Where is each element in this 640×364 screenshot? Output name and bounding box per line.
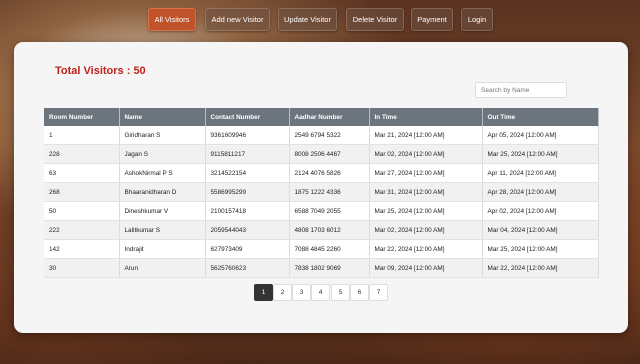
page-6-button[interactable]: 6 <box>350 284 369 301</box>
name-cell: Lalitkumar S <box>119 220 206 240</box>
aadhar-number-cell: 7838 1802 9069 <box>289 258 370 278</box>
contact-number-cell: 5625760623 <box>205 258 290 278</box>
header-contact-number: Contact Number <box>205 108 290 126</box>
room-number-cell: 268 <box>44 182 120 202</box>
nav-update-visitor-button[interactable]: Update Visitor <box>278 8 337 31</box>
table-row: 142 Indrajit 627973409 7088 4845 2260 Ma… <box>44 239 599 259</box>
aadhar-number-cell: 2549 6794 5322 <box>289 126 370 145</box>
top-navigation: All Visitors Add new Visitor Update Visi… <box>0 8 640 31</box>
table-row: 63 AshokNirmal P S 3214522154 2124 4076 … <box>44 163 599 183</box>
room-number-cell: 1 <box>44 126 120 145</box>
contact-number-cell: 3214522154 <box>205 163 290 183</box>
table-header-row: Room Number Name Contact Number Aadhar N… <box>44 108 599 126</box>
in-time-cell: Mar 21, 2024 [12:00 AM] <box>369 126 483 145</box>
nav-payment-button[interactable]: Payment <box>411 8 453 31</box>
in-time-cell: Mar 25, 2024 [12:00 AM] <box>369 201 483 221</box>
room-number-cell: 142 <box>44 239 120 259</box>
nav-login-button[interactable]: Login <box>461 8 493 31</box>
search-by-name-input[interactable] <box>475 82 567 98</box>
header-aadhar-number: Aadhar Number <box>289 108 370 126</box>
nav-add-visitor-button[interactable]: Add new Visitor <box>205 8 270 31</box>
name-cell: Dineshkumar V <box>119 201 206 221</box>
contact-number-cell: 2100157418 <box>205 201 290 221</box>
contact-number-cell: 5586995299 <box>205 182 290 202</box>
out-time-cell: Apr 28, 2024 [12:00 AM] <box>482 182 599 202</box>
contact-number-cell: 2059544043 <box>205 220 290 240</box>
page-4-button[interactable]: 4 <box>311 284 330 301</box>
contact-number-cell: 9361609946 <box>205 126 290 145</box>
total-visitors-label: Total Visitors : 50 <box>55 65 146 77</box>
aadhar-number-cell: 4808 1703 6012 <box>289 220 370 240</box>
out-time-cell: Mar 22, 2024 [12:00 AM] <box>482 258 599 278</box>
page-5-button[interactable]: 5 <box>331 284 350 301</box>
in-time-cell: Mar 02, 2024 [12:00 AM] <box>369 220 483 240</box>
header-out-time: Out Time <box>482 108 599 126</box>
contact-number-cell: 9115811217 <box>205 144 290 164</box>
visitors-card: Total Visitors : 50 Room Number Name Con… <box>14 42 628 333</box>
in-time-cell: Mar 02, 2024 [12:00 AM] <box>369 144 483 164</box>
in-time-cell: Mar 31, 2024 [12:00 AM] <box>369 182 483 202</box>
contact-number-cell: 627973409 <box>205 239 290 259</box>
room-number-cell: 222 <box>44 220 120 240</box>
nav-all-visitors-button[interactable]: All Visitors <box>148 8 196 31</box>
page-7-button[interactable]: 7 <box>369 284 388 301</box>
page-3-button[interactable]: 3 <box>292 284 311 301</box>
table-row: 268 Bhaaranidharan D 5586995299 1875 122… <box>44 182 599 202</box>
aadhar-number-cell: 8008 2506 4467 <box>289 144 370 164</box>
page-1-button[interactable]: 1 <box>254 284 273 301</box>
out-time-cell: Apr 02, 2024 [12:00 AM] <box>482 201 599 221</box>
table-row: 50 Dineshkumar V 2100157418 6588 7049 20… <box>44 201 599 221</box>
in-time-cell: Mar 22, 2024 [12:00 AM] <box>369 239 483 259</box>
aadhar-number-cell: 6588 7049 2055 <box>289 201 370 221</box>
out-time-cell: Apr 11, 2024 [12:00 AM] <box>482 163 599 183</box>
out-time-cell: Mar 25, 2024 [12:00 AM] <box>482 239 599 259</box>
name-cell: Bhaaranidharan D <box>119 182 206 202</box>
header-name: Name <box>119 108 206 126</box>
name-cell: Indrajit <box>119 239 206 259</box>
out-time-cell: Mar 04, 2024 [12:00 AM] <box>482 220 599 240</box>
aadhar-number-cell: 2124 4076 5826 <box>289 163 370 183</box>
header-in-time: In Time <box>369 108 483 126</box>
name-cell: AshokNirmal P S <box>119 163 206 183</box>
table-row: 30 Arun 5625760623 7838 1802 9069 Mar 09… <box>44 258 599 278</box>
nav-delete-visitor-button[interactable]: Delete Visitor <box>346 8 404 31</box>
name-cell: Giridharan S <box>119 126 206 145</box>
name-cell: Jagan S <box>119 144 206 164</box>
in-time-cell: Mar 09, 2024 [12:00 AM] <box>369 258 483 278</box>
aadhar-number-cell: 1875 1222 4336 <box>289 182 370 202</box>
page-2-button[interactable]: 2 <box>273 284 292 301</box>
header-room-number: Room Number <box>44 108 120 126</box>
visitors-table: Room Number Name Contact Number Aadhar N… <box>44 108 599 278</box>
room-number-cell: 30 <box>44 258 120 278</box>
in-time-cell: Mar 27, 2024 [12:00 AM] <box>369 163 483 183</box>
table-row: 1 Giridharan S 9361609946 2549 6794 5322… <box>44 126 599 145</box>
aadhar-number-cell: 7088 4845 2260 <box>289 239 370 259</box>
out-time-cell: Mar 25, 2024 [12:00 AM] <box>482 144 599 164</box>
room-number-cell: 50 <box>44 201 120 221</box>
name-cell: Arun <box>119 258 206 278</box>
table-row: 222 Lalitkumar S 2059544043 4808 1703 60… <box>44 220 599 240</box>
table-row: 228 Jagan S 9115811217 8008 2506 4467 Ma… <box>44 144 599 164</box>
room-number-cell: 228 <box>44 144 120 164</box>
out-time-cell: Apr 05, 2024 [12:00 AM] <box>482 126 599 145</box>
room-number-cell: 63 <box>44 163 120 183</box>
